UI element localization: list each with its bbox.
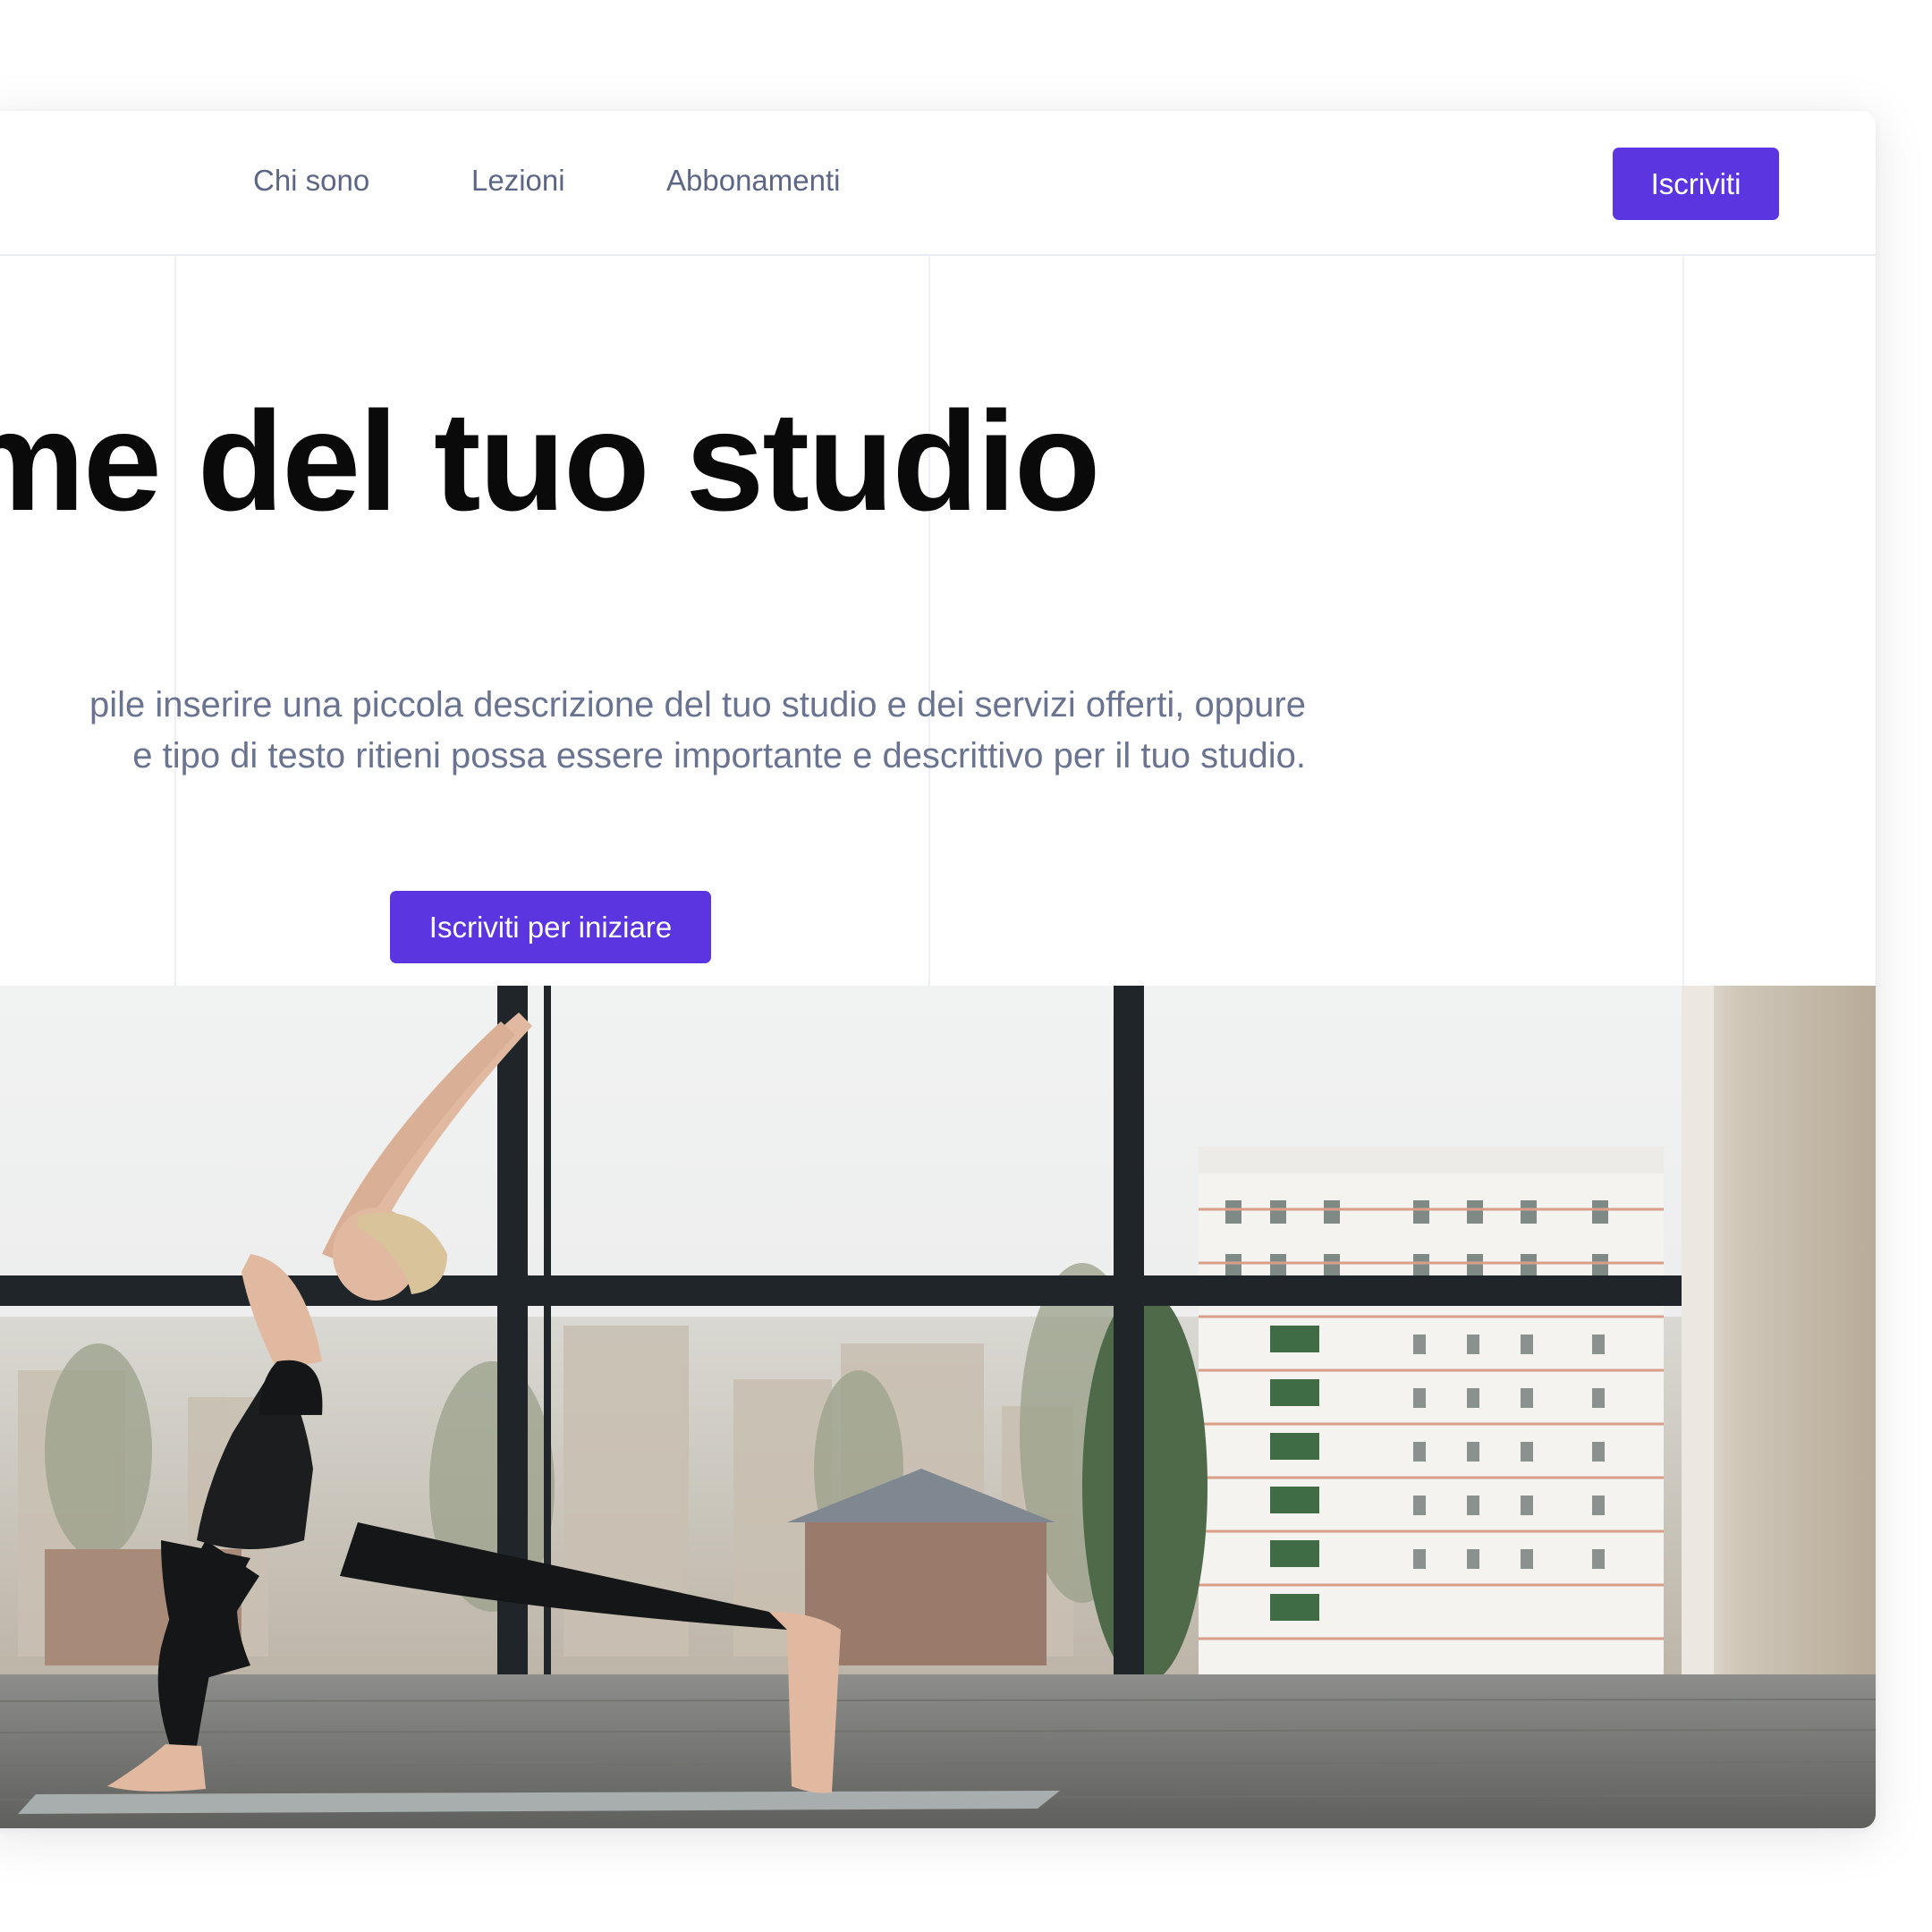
hero-description-line: e tipo di testo ritieni possa essere imp… xyxy=(132,736,1306,775)
start-signup-button[interactable]: Iscriviti per iniziare xyxy=(390,891,711,963)
grid-divider xyxy=(928,256,930,986)
nav-link-lezioni[interactable]: Lezioni xyxy=(471,161,565,200)
hero-description-line: pile inserire una piccola descrizione de… xyxy=(89,685,1306,724)
page: Chi sono Lezioni Abbonamenti Iscriviti o… xyxy=(0,0,1932,1932)
nav-link-chi-sono[interactable]: Chi sono xyxy=(253,161,369,200)
grid-divider xyxy=(1682,256,1684,986)
nav-link-abbonamenti[interactable]: Abbonamenti xyxy=(666,161,840,200)
hero-photo-yoga xyxy=(0,986,1876,1828)
hero-title: ome del tuo studio xyxy=(0,383,1100,540)
hero-description: pile inserire una piccola descrizione de… xyxy=(0,680,1306,782)
hero-section: ome del tuo studio pile inserire una pic… xyxy=(0,256,1876,986)
subscribe-button[interactable]: Iscriviti xyxy=(1613,148,1779,220)
grid-divider xyxy=(174,256,176,986)
top-navbar: Chi sono Lezioni Abbonamenti Iscriviti xyxy=(0,111,1876,256)
website-window: Chi sono Lezioni Abbonamenti Iscriviti o… xyxy=(0,111,1876,1828)
